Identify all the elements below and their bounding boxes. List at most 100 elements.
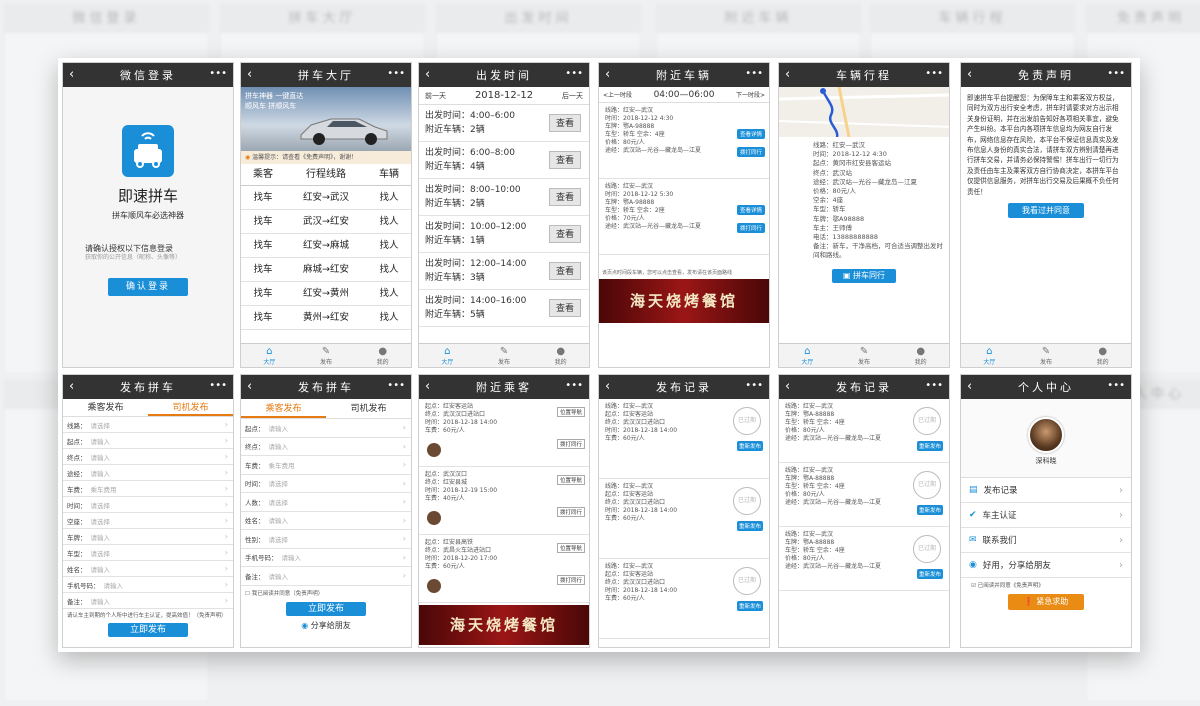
field-input[interactable]: 请输入 (91, 564, 111, 574)
form-field[interactable]: 姓名： 请输入 › (63, 561, 233, 577)
back-icon[interactable]: ‹ (785, 375, 793, 399)
form-field[interactable]: 性别： 请选择 › (241, 530, 411, 549)
prev-slot-link[interactable]: <上一时段 (603, 90, 632, 99)
ad-banner[interactable]: 海天烧烤餐馆 (599, 279, 769, 323)
vehicle-card[interactable]: 线路：红安—武汉 时间：2018-12-12 5:30 车牌：鄂A-98888 车型：… (599, 179, 769, 255)
passenger-card[interactable]: 起点：红安县高铁 终点：武昌火车站进站口 时间：2018-12-20 17:00 车费… (419, 535, 589, 603)
find-people-link[interactable]: 找人 (367, 234, 411, 257)
form-field[interactable]: 姓名： 请输入 › (241, 512, 411, 530)
record-card[interactable]: 线路：红安—武汉 车牌：鄂A-88888 车型：轿车 空余：4座 价格：80元/人 途经… (779, 463, 949, 527)
field-input[interactable]: 请输入 (269, 515, 289, 525)
field-input[interactable]: 请输入 (269, 571, 289, 581)
more-icon[interactable]: ••• (1107, 375, 1125, 397)
field-input[interactable]: 请选择 (269, 534, 289, 544)
tab-publish[interactable]: ✎ 发布 (1018, 344, 1075, 367)
ad-banner[interactable]: 海天烧烤餐馆 (419, 605, 589, 645)
more-icon[interactable]: ••• (1107, 63, 1125, 85)
checkbox[interactable]: ☐ (245, 591, 252, 597)
form-field[interactable]: 起点： 请输入 › (63, 433, 233, 449)
more-icon[interactable]: ••• (565, 375, 583, 397)
tab-publish[interactable]: ✎ 发布 (836, 344, 893, 367)
tab-driver-publish[interactable]: 司机发布 (148, 399, 233, 416)
field-input[interactable]: 请选择 (269, 478, 289, 488)
call-button[interactable]: 拨打同行 (556, 575, 585, 585)
form-field[interactable]: 终点： 请输入 › (63, 449, 233, 465)
form-field[interactable]: 备注： 请输入 › (63, 593, 233, 609)
field-input[interactable]: 请选择 (91, 548, 111, 558)
find-people-link[interactable]: 找人 (367, 258, 411, 281)
share-button[interactable]: ◉ 分享给朋友 (241, 620, 411, 631)
back-icon[interactable]: ‹ (247, 375, 255, 399)
back-icon[interactable]: ‹ (425, 375, 433, 399)
menu-item[interactable]: ✔ 车主认证 › (961, 503, 1131, 528)
tab-home[interactable]: ⌂ 大厅 (419, 344, 476, 367)
form-field[interactable]: 终点： 请输入 › (241, 438, 411, 456)
form-field[interactable]: 起点： 请输入 › (241, 419, 411, 438)
table-row[interactable]: 找车 黄州→红安 找人 (241, 306, 411, 330)
field-input[interactable]: 请输入 (269, 423, 289, 433)
record-card[interactable]: 线路：红安—武汉 起点：红安客运站 终点：武汉汉口进站口 时间：2018-12-18 … (599, 559, 769, 639)
navigate-button[interactable]: 位置导航 (556, 475, 585, 485)
back-icon[interactable]: ‹ (69, 375, 77, 399)
republish-button[interactable]: 重新发布 (736, 441, 763, 451)
field-input[interactable]: 请选择 (91, 420, 111, 430)
tab-passenger-publish[interactable]: 乘客发布 (241, 399, 326, 418)
field-input[interactable]: 请输入 (91, 596, 111, 606)
form-field[interactable]: 途经： 请输入 › (63, 465, 233, 481)
menu-item[interactable]: ✉ 联系我们 › (961, 528, 1131, 553)
find-people-link[interactable]: 找人 (367, 306, 411, 329)
table-row[interactable]: 找车 红安→武汉 找人 (241, 186, 411, 210)
tab-publish[interactable]: ✎ 发布 (298, 344, 355, 367)
tab-me[interactable]: ● 我的 (354, 344, 411, 367)
republish-button[interactable]: 重新发布 (916, 569, 943, 579)
view-button[interactable]: 查看 (549, 151, 581, 169)
record-card[interactable]: 线路：红安—武汉 起点：红安客运站 终点：武汉汉口进站口 时间：2018-12-18 … (599, 399, 769, 479)
record-card[interactable]: 线路：红安—武汉 起点：红安客运站 终点：武汉汉口进站口 时间：2018-12-18 … (599, 479, 769, 559)
field-input[interactable]: 乘车费用 (269, 460, 295, 470)
vehicle-card[interactable]: 线路：红安—武汉 时间：2018-12-12 4:30 车牌：鄂A-98888 车型：… (599, 103, 769, 179)
passenger-card[interactable]: 起点：武汉汉口 终点：红安县城 时间：2018-12-19 15:00 车费：40元/… (419, 467, 589, 535)
checkbox[interactable]: ☑ (971, 583, 978, 589)
back-icon[interactable]: ‹ (69, 63, 77, 87)
more-icon[interactable]: ••• (925, 63, 943, 85)
field-input[interactable]: 请输入 (91, 436, 111, 446)
back-icon[interactable]: ‹ (967, 63, 975, 87)
find-car-link[interactable]: 找车 (241, 258, 285, 281)
republish-button[interactable]: 重新发布 (736, 521, 763, 531)
view-button[interactable]: 查看 (549, 262, 581, 280)
republish-button[interactable]: 重新发布 (736, 601, 763, 611)
find-car-link[interactable]: 找车 (241, 210, 285, 233)
sos-button[interactable]: ❗ 紧急求助 (1008, 594, 1084, 610)
more-icon[interactable]: ••• (565, 63, 583, 85)
field-input[interactable]: 请输入 (91, 468, 111, 478)
find-car-link[interactable]: 找车 (241, 186, 285, 209)
more-icon[interactable]: ••• (745, 63, 763, 85)
more-icon[interactable]: ••• (745, 375, 763, 397)
more-icon[interactable]: ••• (209, 375, 227, 397)
form-field[interactable]: 车牌： 请输入 › (63, 529, 233, 545)
field-input[interactable]: 请选择 (269, 497, 289, 507)
field-input[interactable]: 请选择 (91, 516, 111, 526)
tab-home[interactable]: ⌂ 大厅 (779, 344, 836, 367)
view-button[interactable]: 查看 (549, 299, 581, 317)
field-input[interactable]: 请输入 (269, 441, 289, 451)
find-car-link[interactable]: 找车 (241, 282, 285, 305)
field-input[interactable]: 请输入 (91, 532, 111, 542)
tab-publish[interactable]: ✎ 发布 (476, 344, 533, 367)
form-field[interactable]: 线路： 请选择 › (63, 417, 233, 433)
avatar[interactable] (1028, 417, 1064, 453)
more-icon[interactable]: ••• (209, 63, 227, 85)
agree-button[interactable]: 我看过并同意 (1008, 203, 1084, 219)
view-detail-button[interactable]: 查看详情 (736, 129, 765, 139)
republish-button[interactable]: 重新发布 (916, 441, 943, 451)
back-icon[interactable]: ‹ (967, 375, 975, 399)
tab-me[interactable]: ● 我的 (1074, 344, 1131, 367)
form-field[interactable]: 手机号码： 请输入 › (241, 549, 411, 567)
field-input[interactable]: 请输入 (282, 552, 302, 562)
passenger-card[interactable]: 起点：红安客运站 终点：武汉汉口进站口 时间：2018-12-18 14:00 车费：… (419, 399, 589, 467)
more-icon[interactable]: ••• (925, 375, 943, 397)
menu-item[interactable]: ◉ 好用，分享给朋友 › (961, 553, 1131, 578)
back-icon[interactable]: ‹ (247, 63, 255, 87)
form-field[interactable]: 时间： 请选择 › (63, 497, 233, 513)
form-field[interactable]: 车费： 乘车费用 › (63, 481, 233, 497)
